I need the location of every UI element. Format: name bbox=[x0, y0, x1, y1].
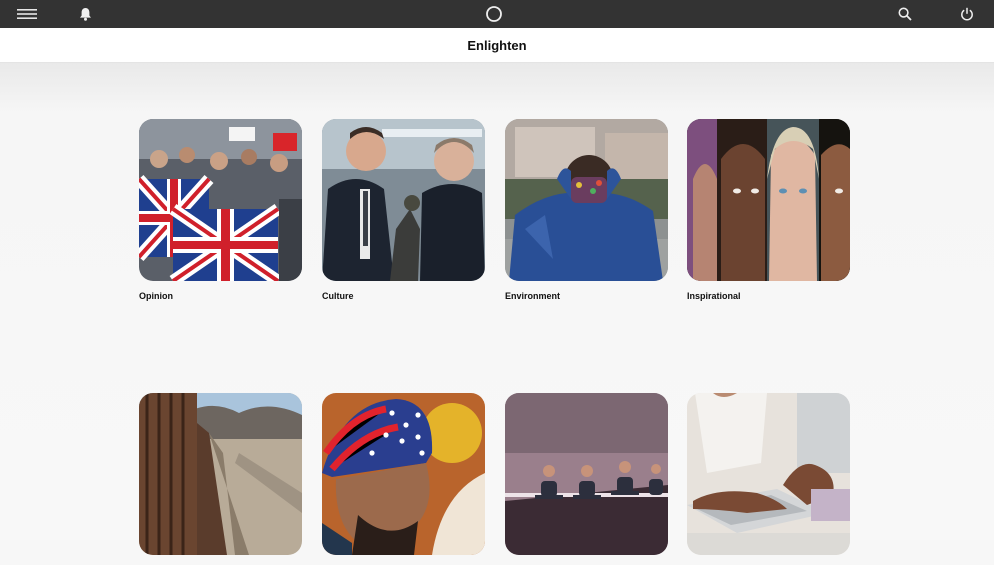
category-grid: Opinion Culture Environment Inspirationa… bbox=[0, 63, 994, 555]
flag-bandana-thumbnail[interactable] bbox=[322, 393, 485, 555]
category-card-patriot[interactable] bbox=[322, 393, 485, 565]
category-card-environment[interactable]: Environment bbox=[505, 119, 668, 301]
category-card-inspirational[interactable]: Inspirational bbox=[687, 119, 850, 301]
laptop-typing-thumbnail[interactable] bbox=[687, 393, 850, 555]
category-card-culture[interactable]: Culture bbox=[322, 119, 485, 301]
top-bar bbox=[0, 0, 994, 28]
category-label: Environment bbox=[505, 291, 561, 301]
stage-performers-thumbnail[interactable] bbox=[505, 393, 668, 555]
bell-icon[interactable] bbox=[76, 0, 94, 28]
border-wall-thumbnail[interactable] bbox=[139, 393, 302, 555]
category-card-work[interactable] bbox=[687, 393, 850, 565]
category-label: Opinion bbox=[139, 291, 173, 301]
search-icon[interactable] bbox=[896, 0, 914, 28]
opinion-thumbnail[interactable] bbox=[139, 119, 302, 281]
category-card-opinion[interactable]: Opinion bbox=[139, 119, 302, 301]
category-label: Culture bbox=[322, 291, 354, 301]
culture-thumbnail[interactable] bbox=[322, 119, 485, 281]
category-card-border[interactable] bbox=[139, 393, 302, 565]
inspirational-thumbnail[interactable] bbox=[687, 119, 850, 281]
page-title: Enlighten bbox=[467, 37, 527, 53]
category-card-performance[interactable] bbox=[505, 393, 668, 565]
title-bar: Enlighten bbox=[0, 28, 994, 63]
circle-home-icon[interactable] bbox=[484, 0, 504, 28]
hamburger-menu-icon[interactable] bbox=[14, 0, 40, 28]
environment-thumbnail[interactable] bbox=[505, 119, 668, 281]
category-label: Inspirational bbox=[687, 291, 741, 301]
power-icon[interactable] bbox=[958, 0, 976, 28]
